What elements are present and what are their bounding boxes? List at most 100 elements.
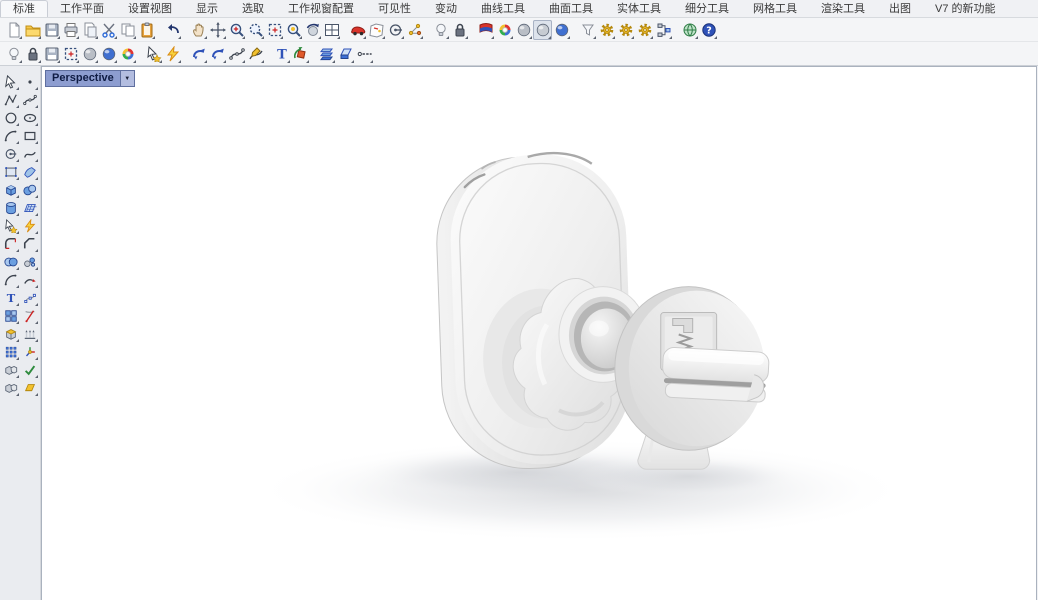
settings-gear-1-button[interactable] [597,20,616,40]
explode-tools-button[interactable] [21,218,38,234]
dimension-text-button[interactable]: T [272,44,291,64]
lock-button[interactable] [450,20,469,40]
menu-item-2[interactable]: 设置视图 [116,1,184,17]
viewport-dropdown[interactable]: ▼ [120,70,135,87]
menu-item-12[interactable]: 网格工具 [741,1,809,17]
menu-item-15[interactable]: V7 的新功能 [923,1,1008,17]
menu-item-3[interactable]: 显示 [184,1,230,17]
save-small-button[interactable] [42,44,61,64]
menu-item-5[interactable]: 工作视窗配置 [276,1,366,17]
rendered-sphere-button[interactable] [99,44,118,64]
zoom-extents-small-button[interactable] [61,44,80,64]
rendered-display-button[interactable] [495,20,514,40]
menu-item-6[interactable]: 可见性 [366,1,423,17]
copy-to-clipboard-button[interactable] [80,20,99,40]
curve-control-points-button[interactable] [21,92,38,108]
print-button[interactable] [61,20,80,40]
set-view-button[interactable] [386,20,405,40]
menu-item-13[interactable]: 渲染工具 [809,1,877,17]
visibility-solids-button[interactable] [2,362,19,378]
selection-filter-button[interactable] [578,20,597,40]
shaded-display-button[interactable] [514,20,533,40]
mesh-surface-button[interactable] [21,200,38,216]
rectangle-button[interactable] [21,128,38,144]
rotate-camera-button[interactable] [303,20,322,40]
polygon-center-button[interactable] [2,146,19,162]
menu-item-4[interactable]: 选取 [230,1,276,17]
cylinder-button[interactable] [2,200,19,216]
gumball-button[interactable] [21,344,38,360]
flip-direction-2-button[interactable] [208,44,227,64]
boolean-union-button[interactable] [2,254,19,270]
arc-button[interactable] [2,128,19,144]
zoom-selected-button[interactable] [284,20,303,40]
point-button[interactable] [21,74,38,90]
settings-gear-3-button[interactable] [635,20,654,40]
paste-button[interactable] [137,20,156,40]
new-file-button[interactable] [4,20,23,40]
cut-button[interactable] [99,20,118,40]
save-button[interactable] [42,20,61,40]
menu-item-8[interactable]: 曲线工具 [469,1,537,17]
flip-direction-1-button[interactable] [189,44,208,64]
menu-item-11[interactable]: 细分工具 [673,1,741,17]
settings-gear-2-button[interactable] [616,20,635,40]
pan-button[interactable] [189,20,208,40]
ellipse-button[interactable] [21,110,38,126]
text-object-button[interactable]: T [2,290,19,306]
curve-fillet-button[interactable] [2,272,19,288]
trim-button[interactable] [21,308,38,324]
spheres-button[interactable] [21,182,38,198]
solid-face-edit-button[interactable] [2,326,19,342]
curve-sketch-button[interactable] [246,44,265,64]
cplane-map-button[interactable] [367,20,386,40]
undo-button[interactable] [163,20,182,40]
viewport-layout-button[interactable] [322,20,341,40]
check-objects-button[interactable] [21,362,38,378]
boolean-small-button[interactable] [21,254,38,270]
box-button[interactable] [2,182,19,198]
select-transform-button[interactable] [144,44,163,64]
chamfer-corner-button[interactable] [21,236,38,252]
array-button[interactable] [2,344,19,360]
transform-tools-button[interactable] [2,218,19,234]
lock-small-button[interactable] [23,44,42,64]
ghosted-display-button[interactable] [533,19,552,40]
layers-button[interactable] [317,44,336,64]
menu-item-14[interactable]: 出图 [877,1,923,17]
zoom-in-button[interactable] [227,20,246,40]
circle-button[interactable] [2,110,19,126]
color-wheel-button[interactable] [118,44,137,64]
shaded-sphere-button[interactable] [80,44,99,64]
menu-item-10[interactable]: 实体工具 [605,1,673,17]
rotate-3d-button[interactable] [291,44,310,64]
web-browser-button[interactable] [680,20,699,40]
block-tools-button[interactable] [2,308,19,324]
zoom-dynamic-button[interactable] [246,20,265,40]
menu-item-1[interactable]: 工作平面 [48,1,116,17]
delete-button[interactable] [336,44,355,64]
named-view-button[interactable] [348,20,367,40]
viewport-title[interactable]: Perspective [45,70,121,87]
extend-curve-button[interactable] [21,272,38,288]
menu-item-9[interactable]: 曲面工具 [537,1,605,17]
light-button[interactable] [431,20,450,40]
record-history-button[interactable] [654,20,673,40]
fillet-corner-button[interactable] [2,236,19,252]
help-button[interactable]: ? [699,20,718,40]
surface-from-points-button[interactable] [2,164,19,180]
surface-patch-button[interactable] [21,164,38,180]
freeform-curve-button[interactable] [21,146,38,162]
gray-solids-button[interactable] [2,380,19,396]
raytraced-display-button[interactable] [552,20,571,40]
hatch-button[interactable] [21,326,38,342]
viewport-canvas[interactable] [42,67,1036,600]
open-file-button[interactable] [23,20,42,40]
rotate-view-button[interactable] [208,20,227,40]
display-mode-flag-button[interactable] [476,20,495,40]
gold-surface-button[interactable] [21,380,38,396]
edit-points-button[interactable] [21,290,38,306]
copy-button[interactable] [118,20,137,40]
named-position-button[interactable] [405,20,424,40]
explode-button[interactable] [163,44,182,64]
